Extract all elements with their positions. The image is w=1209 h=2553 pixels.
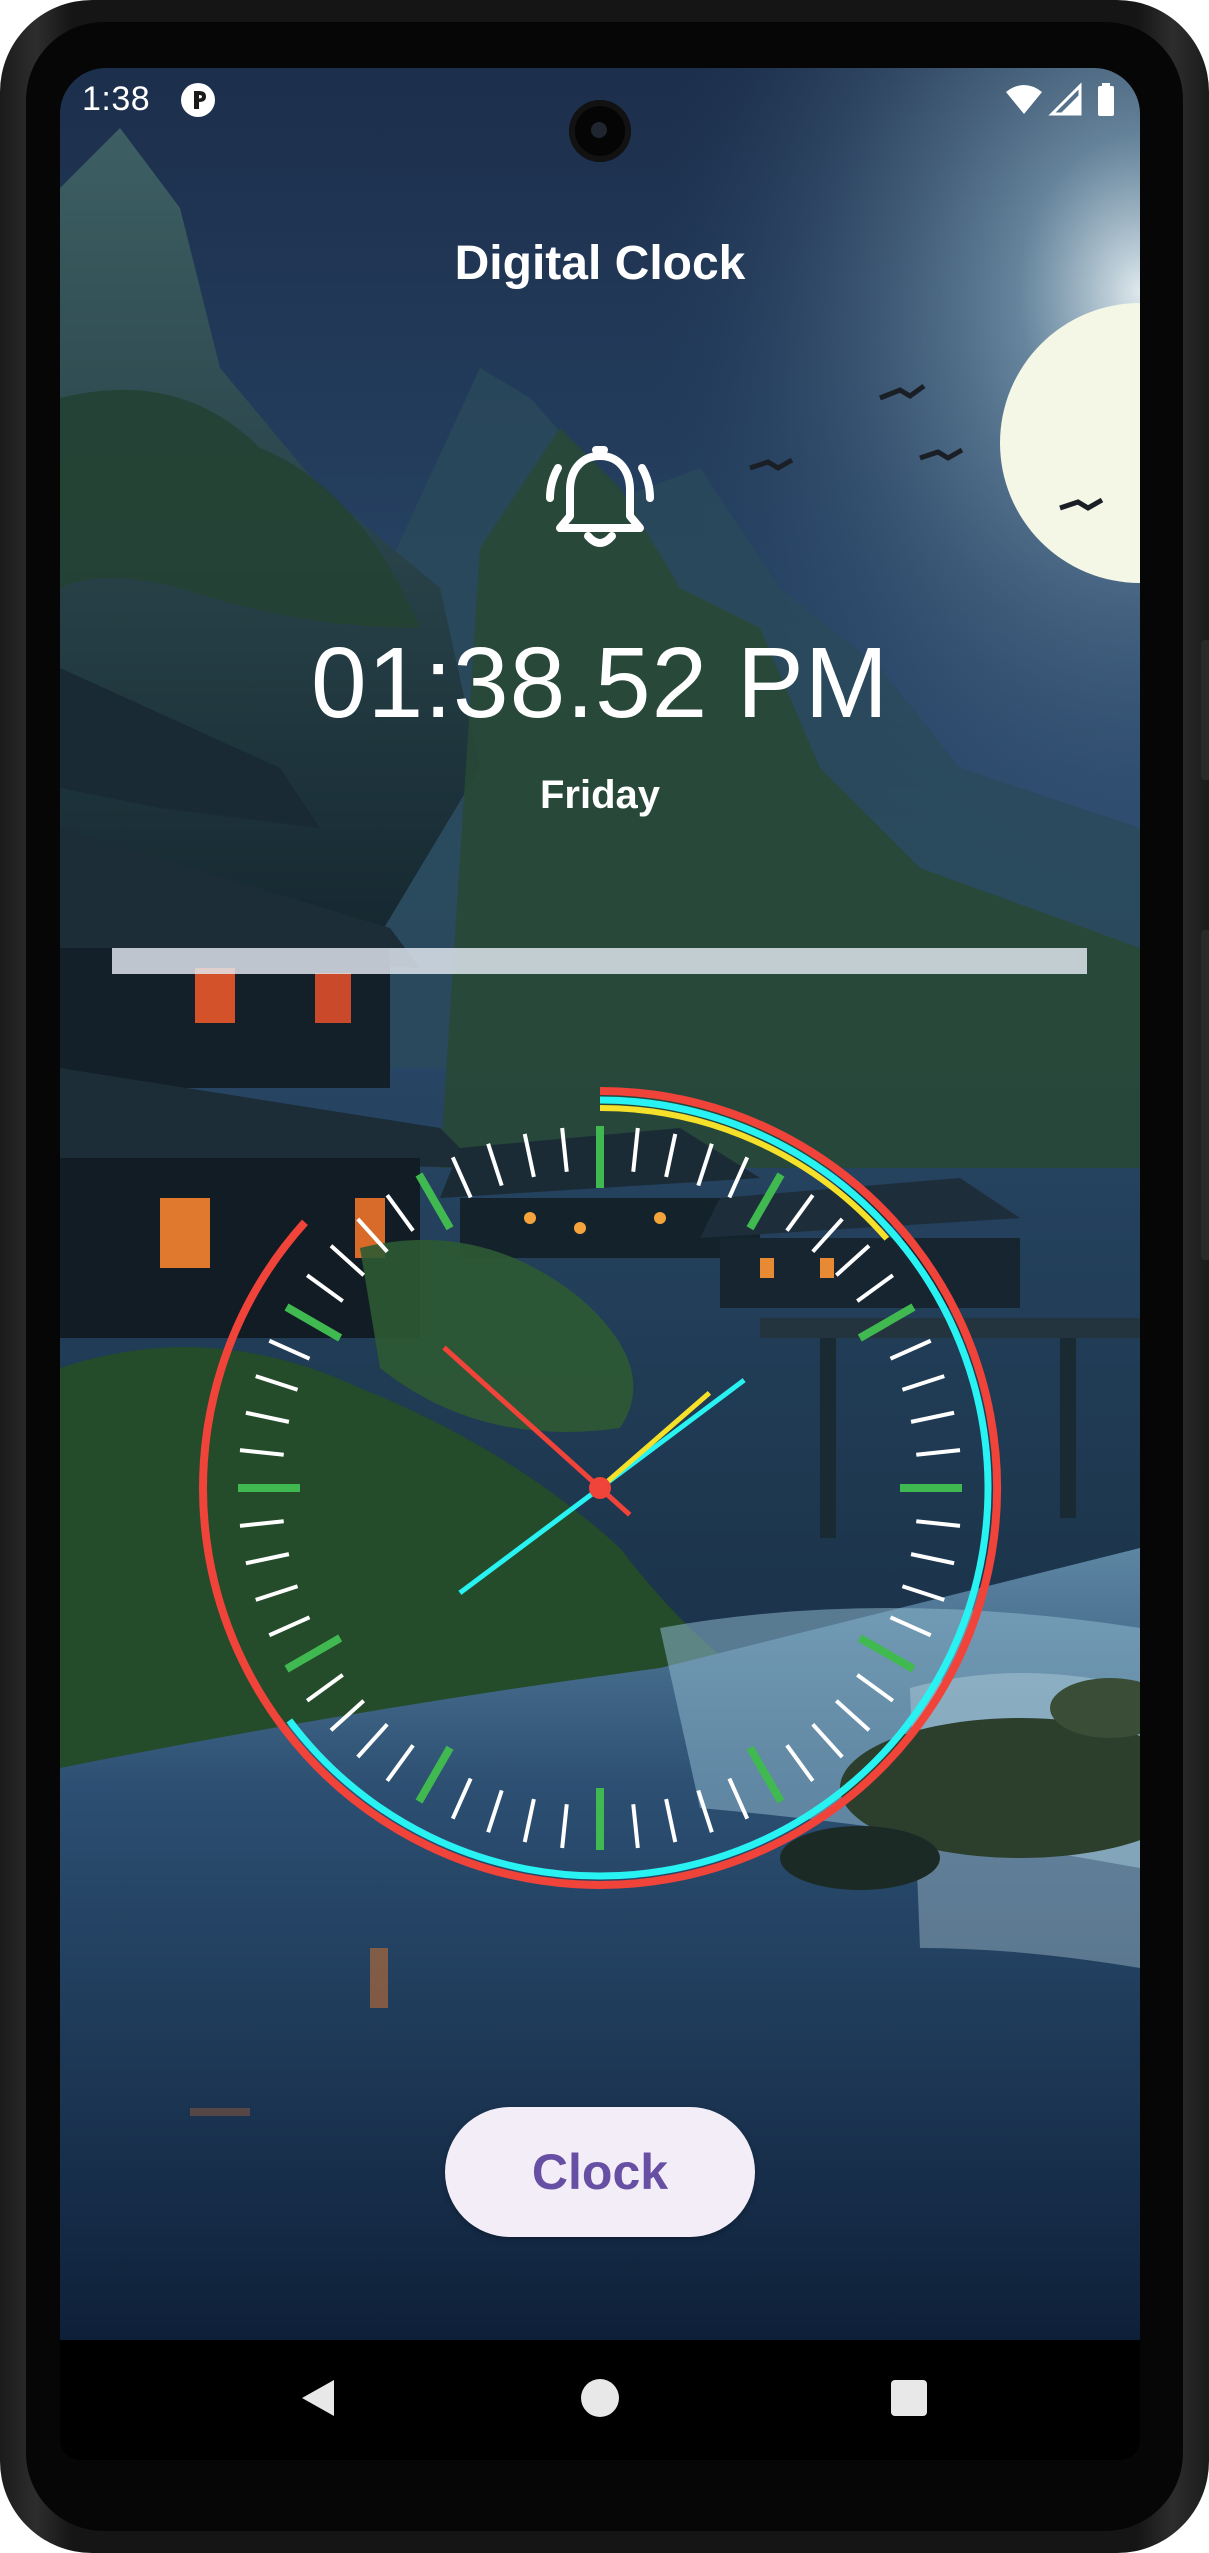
device-screenshot: 1:38 Digital Clock 01:38.52 PM Friday Cl… — [0, 0, 1209, 2553]
minor-tick — [356, 1722, 389, 1759]
minor-tick — [834, 1244, 871, 1277]
minor-tick — [560, 1804, 569, 1849]
analog-clock — [199, 1087, 1001, 1889]
minor-tick — [664, 1133, 678, 1178]
seconds-progress-bar — [112, 948, 1087, 974]
major-tick — [746, 1745, 785, 1804]
minor-tick — [834, 1699, 871, 1732]
minor-tick — [450, 1156, 473, 1199]
minor-tick — [696, 1789, 714, 1833]
volume-button — [1201, 640, 1209, 780]
minute-hand-back — [458, 1485, 602, 1595]
minor-tick — [522, 1798, 536, 1843]
navigation-bar — [60, 2340, 1140, 2460]
back-triangle-icon[interactable] — [302, 2380, 334, 2416]
minor-tick — [245, 1552, 290, 1566]
status-time: 1:38 — [82, 80, 151, 118]
minor-tick — [255, 1374, 299, 1392]
navigation-buttons — [302, 2379, 927, 2417]
minor-tick — [889, 1338, 932, 1361]
seconds-progress-fill — [112, 948, 1087, 974]
front-camera — [569, 100, 631, 162]
phone-screen: 1:38 Digital Clock 01:38.52 PM Friday Cl… — [60, 68, 1140, 2460]
minor-tick — [329, 1699, 366, 1732]
minor-tick — [785, 1744, 815, 1783]
major-tick — [415, 1745, 454, 1804]
minor-tick — [811, 1217, 844, 1254]
power-button — [1201, 930, 1209, 1260]
minor-tick — [560, 1127, 569, 1172]
minor-tick — [856, 1673, 895, 1703]
minor-tick — [785, 1193, 815, 1232]
major-tick — [284, 1634, 343, 1673]
minor-tick — [889, 1615, 932, 1638]
major-tick — [857, 1634, 916, 1673]
hour-hand — [598, 1390, 712, 1490]
major-tick — [857, 1303, 916, 1342]
clock-button[interactable]: Clock — [445, 2107, 755, 2237]
minor-tick — [239, 1519, 284, 1528]
minor-tick — [255, 1584, 299, 1602]
home-circle-icon[interactable] — [581, 2379, 619, 2417]
status-icons — [1006, 82, 1114, 116]
alarm-bell-icon[interactable] — [536, 438, 664, 566]
day-label: Friday — [539, 773, 661, 817]
major-tick — [746, 1172, 785, 1231]
minor-tick — [910, 1410, 955, 1424]
minor-tick — [727, 1156, 750, 1199]
minor-tick — [522, 1133, 536, 1178]
minor-tick — [901, 1374, 945, 1392]
minor-tick — [268, 1338, 311, 1361]
minor-tick — [856, 1273, 895, 1303]
minor-tick — [631, 1804, 640, 1849]
app-title: Digital Clock — [454, 237, 746, 290]
minute-progress-ring — [286, 1096, 992, 1880]
cellular-signal-icon — [1048, 82, 1082, 116]
minor-tick — [664, 1798, 678, 1843]
app-notification-icon — [181, 83, 215, 117]
minor-tick — [329, 1244, 366, 1277]
phone-frame: 1:38 Digital Clock 01:38.52 PM Friday Cl… — [0, 0, 1209, 2553]
minor-tick — [486, 1789, 504, 1833]
minor-tick — [305, 1673, 344, 1703]
minor-tick — [901, 1584, 945, 1602]
major-tick — [415, 1172, 454, 1231]
digital-time: 01:38.52 PM — [310, 627, 890, 739]
minor-tick — [385, 1193, 415, 1232]
clock-center-dot — [589, 1477, 611, 1499]
minor-tick — [696, 1143, 714, 1187]
wifi-icon — [1006, 85, 1042, 114]
minor-tick — [245, 1410, 290, 1424]
minor-tick — [305, 1273, 344, 1303]
minor-tick — [631, 1127, 640, 1172]
minor-tick — [811, 1722, 844, 1759]
major-tick — [284, 1303, 343, 1342]
minor-tick — [385, 1744, 415, 1783]
minor-tick — [356, 1217, 389, 1254]
minor-tick — [916, 1448, 961, 1457]
minor-tick — [268, 1615, 311, 1638]
minor-tick — [486, 1143, 504, 1187]
battery-icon — [1098, 83, 1114, 116]
minor-tick — [916, 1519, 961, 1528]
minor-tick — [239, 1448, 284, 1457]
minor-tick — [727, 1777, 750, 1820]
minor-tick — [910, 1552, 955, 1566]
minor-tick — [450, 1777, 473, 1820]
recents-square-icon[interactable] — [891, 2380, 927, 2416]
